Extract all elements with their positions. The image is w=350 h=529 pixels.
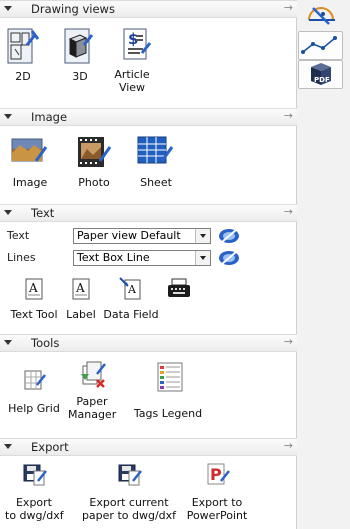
- 2d-view-icon: [7, 28, 40, 64]
- floppy-export-icon: [118, 464, 142, 486]
- typewriter-icon: [168, 278, 190, 297]
- tool-sheet[interactable]: Sheet: [134, 133, 178, 189]
- tool-label: Data Field: [103, 308, 159, 321]
- text-style-select[interactable]: Paper view Default: [73, 228, 211, 244]
- section-title: Text: [31, 206, 55, 220]
- tool-tags-legend[interactable]: Tags Legend: [128, 361, 208, 420]
- tool-label: Label: [66, 308, 96, 321]
- label-icon: A: [72, 278, 90, 300]
- select-value: Text Box Line: [77, 251, 150, 264]
- pdf-export-button[interactable]: PDF: [298, 60, 343, 89]
- tool-label: Tags Legend: [133, 407, 203, 420]
- svg-text:A: A: [75, 281, 85, 295]
- section-title: Drawing views: [31, 2, 115, 16]
- lines-style-label: Lines: [7, 251, 36, 264]
- tool-label-line2: paper to dwg/dxf: [81, 509, 177, 522]
- tool-label: Export to: [191, 496, 243, 509]
- data-field-icon: A: [119, 277, 141, 300]
- powerpoint-export-icon: P: [207, 463, 230, 485]
- collapse-triangle-icon[interactable]: [4, 114, 12, 119]
- line-chart-icon: [301, 36, 337, 54]
- image-icon: [11, 138, 48, 162]
- text-style-label: Text: [7, 229, 30, 242]
- article-view-icon: $: [123, 28, 151, 60]
- tool-export-dwg[interactable]: Export to dwg/dxf: [5, 461, 64, 522]
- help-grid-icon: [24, 370, 46, 390]
- tool-panel: Drawing views → 2D 3D $ Article View Ima…: [0, 0, 297, 529]
- tool-label: Article: [114, 68, 150, 81]
- tool-label: Export current: [89, 496, 169, 509]
- line-chart-tool-button[interactable]: [298, 31, 343, 60]
- tool-export-powerpoint[interactable]: P Export to PowerPoint: [181, 461, 253, 522]
- collapse-triangle-icon[interactable]: [4, 210, 12, 215]
- section-title: Export: [31, 440, 69, 454]
- collapse-triangle-icon[interactable]: [4, 444, 12, 449]
- section-header-text[interactable]: Text →: [0, 204, 297, 222]
- text-tool-icon: A: [25, 278, 43, 300]
- collapse-triangle-icon[interactable]: [4, 340, 12, 345]
- tool-3d[interactable]: 3D: [59, 27, 101, 83]
- tags-legend-icon: [157, 362, 183, 392]
- tool-text-tool[interactable]: A Text Tool: [5, 277, 63, 321]
- tool-label: Help Grid: [8, 402, 60, 415]
- photo-icon: [78, 137, 112, 167]
- paper-manager-icon: [81, 361, 106, 388]
- tool-paper-manager[interactable]: Paper Manager: [68, 360, 116, 421]
- tool-label-line2: View: [118, 81, 146, 94]
- svg-text:A: A: [28, 281, 38, 295]
- svg-text:A: A: [127, 283, 137, 296]
- floppy-export-icon: [23, 464, 47, 486]
- pin-arrow-icon[interactable]: →: [284, 1, 293, 14]
- eyedropper-icon[interactable]: [218, 227, 240, 245]
- lines-style-select[interactable]: Text Box Line: [73, 250, 211, 266]
- tool-article-view[interactable]: $ Article View: [107, 27, 157, 94]
- chevron-down-icon[interactable]: [195, 229, 210, 243]
- eyedropper-icon[interactable]: [218, 249, 240, 267]
- tool-label-line2: PowerPoint: [186, 509, 248, 522]
- tool-label: Export: [15, 496, 52, 509]
- tool-help-grid[interactable]: Help Grid: [5, 367, 63, 415]
- tool-2d[interactable]: 2D: [5, 27, 41, 83]
- tool-label-line2: to dwg/dxf: [5, 509, 64, 522]
- tool-label: Image: [12, 176, 48, 189]
- tool-label: 3D: [72, 70, 88, 83]
- collapse-triangle-icon[interactable]: [4, 6, 12, 11]
- pin-arrow-icon[interactable]: →: [284, 439, 293, 452]
- chevron-down-icon[interactable]: [195, 251, 210, 265]
- tool-label: Photo: [78, 176, 110, 189]
- tool-label-tool[interactable]: A Label: [64, 277, 98, 321]
- section-header-image[interactable]: Image →: [0, 108, 297, 126]
- svg-text:P: P: [210, 465, 222, 484]
- pin-arrow-icon[interactable]: →: [284, 205, 293, 218]
- tool-typewriter[interactable]: [164, 277, 194, 304]
- section-header-tools[interactable]: Tools →: [0, 334, 297, 352]
- tool-label-line2: Manager: [68, 408, 117, 421]
- select-value: Paper view Default: [77, 229, 181, 242]
- pin-arrow-icon[interactable]: →: [284, 335, 293, 348]
- drafting-tools-icon[interactable]: [305, 2, 345, 28]
- tool-label: Sheet: [140, 176, 172, 189]
- tool-image[interactable]: Image: [8, 133, 52, 189]
- section-title: Image: [31, 110, 68, 124]
- section-header-export[interactable]: Export →: [0, 438, 297, 456]
- pin-arrow-icon[interactable]: →: [284, 109, 293, 122]
- pdf-cube-icon: PDF: [311, 63, 331, 85]
- tool-label: 2D: [15, 70, 31, 83]
- tool-export-current-paper[interactable]: Export current paper to dwg/dxf: [80, 461, 178, 522]
- tool-data-field[interactable]: A Data Field: [102, 277, 160, 321]
- section-header-drawing-views[interactable]: Drawing views →: [0, 0, 297, 18]
- 3d-view-icon: [64, 28, 94, 64]
- tool-label: Text Tool: [10, 308, 58, 321]
- sheet-icon: [137, 136, 174, 164]
- tool-label: Paper: [76, 395, 108, 408]
- tool-photo[interactable]: Photo: [72, 133, 116, 189]
- section-title: Tools: [31, 336, 60, 350]
- pdf-label: PDF: [314, 76, 330, 84]
